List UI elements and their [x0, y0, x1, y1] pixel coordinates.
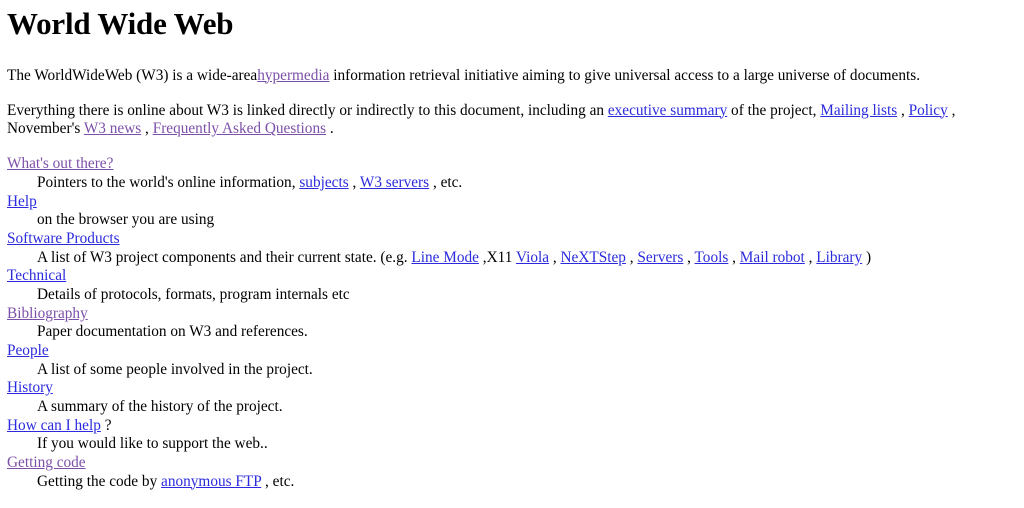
link-software-products[interactable]: Software Products — [7, 230, 120, 247]
intro-paragraph-1: The WorldWideWeb (W3) is a wide-areahype… — [7, 67, 1016, 86]
entry-description-text: , — [352, 174, 357, 192]
entry-description-text: , etc. — [265, 472, 295, 490]
link-getting-code[interactable]: Getting code — [7, 454, 86, 471]
entry-description-technical: Details of protocols, formats, program i… — [37, 286, 1016, 305]
entry-description-text: , — [732, 248, 736, 266]
link-mail-robot[interactable]: Mail robot — [740, 249, 805, 266]
link-executive-summary[interactable]: executive summary — [608, 102, 727, 119]
entry-term-getting-code: Getting code — [7, 454, 1016, 473]
entry-description-getting-code: Getting the code by anonymous FTP , etc. — [37, 473, 1016, 492]
link-people[interactable]: People — [7, 342, 49, 359]
entry-description-text: , etc. — [432, 174, 463, 192]
entry-description-software-products: A list of W3 project components and thei… — [37, 249, 1016, 268]
entry-term-suffix: ? — [104, 416, 112, 434]
link-w3-servers[interactable]: W3 servers — [360, 174, 429, 191]
definition-list: What's out there? Pointers to the world's… — [7, 155, 1016, 491]
entry-term-technical: Technical — [7, 267, 1016, 286]
link-line-mode[interactable]: Line Mode — [411, 249, 479, 266]
link-help[interactable]: Help — [7, 193, 37, 210]
entry-description-text: ) — [866, 248, 872, 266]
intro-comma-2: , — [951, 101, 956, 119]
link-library[interactable]: Library — [816, 249, 862, 266]
link-mailing-lists[interactable]: Mailing lists — [820, 102, 897, 119]
intro-text-3a: November's — [7, 120, 81, 138]
entry-description-text: , — [552, 248, 557, 266]
entry-description-text: Pointers to the world's online informati… — [37, 174, 296, 192]
link-bibliography[interactable]: Bibliography — [7, 305, 88, 322]
entry-description-bibliography: Paper documentation on W3 and references… — [37, 323, 1016, 342]
entry-description-help: on the browser you are using — [37, 211, 1016, 230]
entry-term-help: Help — [7, 193, 1016, 212]
entry-description-text: ,X11 — [482, 248, 513, 266]
entry-term-bibliography: Bibliography — [7, 305, 1016, 324]
link-what-s-out-there[interactable]: What's out there? — [7, 155, 113, 172]
intro-period: . — [329, 120, 334, 138]
intro-comma-1: , — [901, 101, 905, 119]
page-title: World Wide Web — [7, 6, 234, 41]
entry-description-text: If you would like to support the web.. — [37, 435, 268, 453]
link-w3-news[interactable]: W3 news — [84, 120, 141, 137]
entry-description-history: A summary of the history of the project. — [37, 398, 1016, 417]
link-subjects[interactable]: subjects — [299, 174, 348, 191]
entry-description-text: Details of protocols, formats, program i… — [37, 286, 350, 303]
intro-text-2b: of the project, — [731, 101, 817, 119]
entry-description-text: A list of W3 project components and thei… — [37, 248, 408, 266]
entry-description-how-can-i-help: If you would like to support the web.. — [37, 435, 1016, 454]
link-anonymous-ftp[interactable]: anonymous FTP — [161, 473, 261, 490]
link-frequently-asked-questions[interactable]: Frequently Asked Questions — [153, 120, 326, 137]
entry-description-text: A list of some people involved in the pr… — [37, 360, 313, 378]
entry-term-what-s-out-there: What's out there? — [7, 155, 1016, 174]
intro-text-2a: Everything there is online about W3 is l… — [7, 101, 605, 119]
link-how-can-i-help[interactable]: How can I help — [7, 417, 101, 434]
entry-description-text: Paper documentation on W3 and references… — [37, 323, 308, 341]
entry-description-text: Getting the code by — [37, 472, 158, 490]
entry-description-people: A list of some people involved in the pr… — [37, 361, 1016, 380]
link-servers[interactable]: Servers — [637, 249, 683, 266]
document-body: World Wide Web The WorldWideWeb (W3) is … — [0, 0, 1024, 491]
intro-paragraph-2: Everything there is online about W3 is l… — [7, 102, 1016, 140]
entry-term-how-can-i-help: How can I help ? — [7, 417, 1016, 436]
link-tools[interactable]: Tools — [695, 249, 729, 266]
link-viola[interactable]: Viola — [516, 249, 549, 266]
entry-description-what-s-out-there: Pointers to the world's online informati… — [37, 174, 1016, 193]
link-history[interactable]: History — [7, 379, 53, 396]
link-policy[interactable]: Policy — [909, 102, 948, 119]
entry-term-people: People — [7, 342, 1016, 361]
intro-comma-3: , — [145, 120, 149, 138]
link-technical[interactable]: Technical — [7, 267, 66, 284]
entry-description-text: , — [687, 248, 691, 266]
intro-text-1a: The WorldWideWeb (W3) is a wide-area — [7, 66, 258, 84]
entry-description-text: , — [808, 248, 813, 266]
intro-text-1b: information retrieval initiative aiming … — [333, 66, 921, 84]
entry-description-text: A summary of the history of the project. — [37, 397, 283, 415]
entry-term-history: History — [7, 379, 1016, 398]
entry-description-text: , — [629, 248, 634, 266]
entry-term-software-products: Software Products — [7, 230, 1016, 249]
link-hypermedia[interactable]: hypermedia — [257, 67, 329, 84]
link-nextstep[interactable]: NeXTStep — [561, 249, 626, 266]
entry-description-text: on the browser you are using — [37, 211, 215, 229]
